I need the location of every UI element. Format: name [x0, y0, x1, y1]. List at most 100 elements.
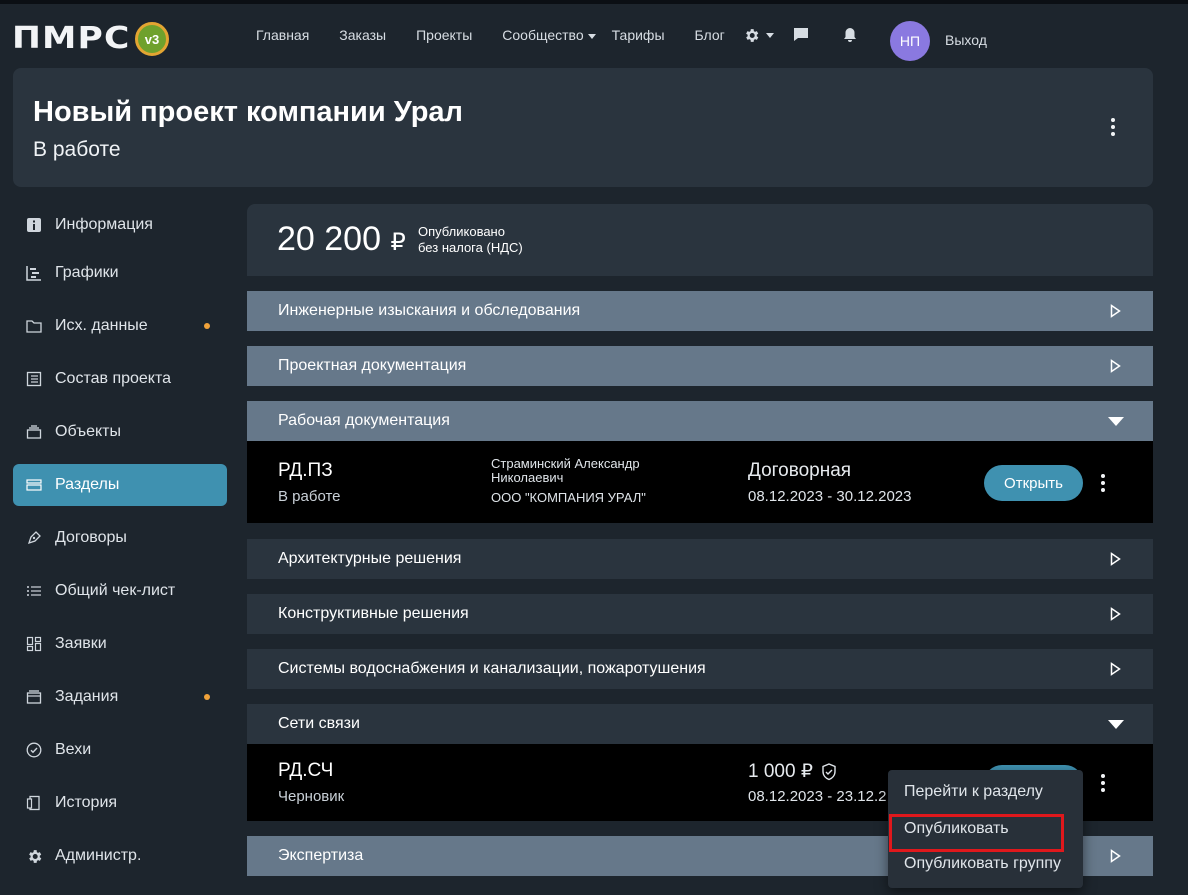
nav-community-dropdown[interactable]: Сообщество: [502, 27, 596, 43]
item-code: РД.ПЗ: [278, 460, 333, 481]
notifications-button[interactable]: [843, 27, 857, 48]
chat-icon: [794, 28, 808, 41]
kebab-dot: [1111, 125, 1115, 129]
sidebar-item-admin[interactable]: Администр.: [13, 835, 227, 877]
price-note-line1: Опубликовано: [418, 224, 505, 239]
section-title: Инженерные изыскания и обследования: [278, 302, 581, 319]
nav-blog[interactable]: Блог: [695, 27, 725, 43]
sidebar-item-label: Разделы: [55, 476, 120, 493]
project-menu-button[interactable]: [1110, 118, 1116, 136]
messages-button[interactable]: [793, 27, 809, 47]
section-title: Архитектурные решения: [278, 550, 462, 567]
sidebar-item-requests[interactable]: Заявки: [13, 623, 227, 665]
sidebar-item-label: Задания: [55, 688, 119, 705]
open-button[interactable]: Открыть: [984, 465, 1083, 501]
section-architecture[interactable]: Архитектурные решения: [247, 539, 1153, 579]
item-menu-button[interactable]: [1100, 474, 1106, 492]
menu-item-publish-group[interactable]: Опубликовать группу: [904, 855, 1061, 873]
nav-orders[interactable]: Заказы: [339, 27, 386, 43]
expand-arrow-icon: [1110, 607, 1121, 621]
menu-item-publish[interactable]: Опубликовать: [904, 820, 1009, 838]
menu-item-go-to-section[interactable]: Перейти к разделу: [904, 783, 1043, 801]
sidebar-item-sections[interactable]: Разделы: [13, 464, 227, 506]
item-code: РД.СЧ: [278, 760, 334, 781]
sidebar-item-history[interactable]: История: [13, 782, 227, 824]
expand-arrow-icon: [1110, 359, 1121, 373]
sidebar-item-source-data[interactable]: Исх. данные: [13, 305, 227, 347]
chevron-down-icon: [766, 33, 774, 38]
expand-arrow-icon: [1110, 304, 1121, 318]
assignee-company: ООО "КОМПАНИЯ УРАЛ": [491, 490, 646, 505]
price-summary: 20 200 ₽ Опубликовано без налога (НДС): [247, 204, 1153, 276]
section-water-supply[interactable]: Системы водоснабжения и канализации, пож…: [247, 649, 1153, 689]
kebab-dot: [1111, 118, 1115, 122]
kebab-dot: [1101, 788, 1105, 792]
section-communications[interactable]: Сети связи: [247, 704, 1153, 744]
price-note-line2: без налога (НДС): [418, 240, 523, 255]
gear-icon: [746, 29, 759, 42]
logout-link[interactable]: Выход: [945, 32, 987, 48]
assignee-name-line2: Николаевич: [491, 470, 564, 485]
sidebar-item-checklist[interactable]: Общий чек-лист: [13, 570, 227, 612]
assignee-name-line1: Страминский Александр: [491, 456, 640, 471]
sections-icon: [25, 476, 43, 494]
item-status: Черновик: [278, 788, 345, 805]
sidebar-item-project-composition[interactable]: Состав проекта: [13, 358, 227, 400]
project-status: В работе: [33, 138, 121, 161]
folder-icon: [25, 317, 43, 335]
notification-dot: [204, 694, 210, 700]
sidebar-item-charts[interactable]: Графики: [13, 252, 227, 294]
document-list-icon: [25, 370, 43, 388]
bell-icon: [844, 28, 856, 42]
sidebar-item-contracts[interactable]: Договоры: [13, 517, 227, 559]
sidebar-item-label: Общий чек-лист: [55, 582, 176, 599]
nav-tariffs[interactable]: Тарифы: [612, 27, 665, 43]
gear-icon: [25, 847, 43, 865]
expand-arrow-icon: [1110, 662, 1121, 676]
kebab-dot: [1101, 774, 1105, 778]
shield-check-icon: [822, 762, 836, 780]
expand-arrow-icon: [1110, 552, 1121, 566]
section-title: Проектная документация: [278, 357, 467, 374]
avatar[interactable]: НП: [890, 21, 930, 61]
collapse-arrow-icon: [1108, 417, 1124, 426]
dashboard-icon: [25, 635, 43, 653]
nav-projects[interactable]: Проекты: [416, 27, 472, 43]
section-engineering-surveys[interactable]: Инженерные изыскания и обследования: [247, 291, 1153, 331]
sidebar-item-label: Объекты: [55, 423, 121, 440]
section-working-docs[interactable]: Рабочая документация: [247, 401, 1153, 441]
sidebar-item-info[interactable]: Информация: [13, 204, 227, 246]
sidebar-item-tasks[interactable]: Задания: [13, 676, 227, 718]
sidebar-item-label: Информация: [55, 216, 153, 233]
item-price: 1 000 ₽: [748, 760, 837, 783]
item-menu-button[interactable]: [1100, 774, 1106, 792]
list-icon: [25, 582, 43, 600]
settings-dropdown[interactable]: [743, 27, 774, 44]
project-header-card: Новый проект компании Урал В работе: [13, 68, 1153, 187]
sidebar-item-label: Состав проекта: [55, 370, 172, 387]
price-note: Опубликовано без налога (НДС): [418, 224, 523, 256]
sidebar-item-label: Договоры: [55, 529, 127, 546]
notification-dot: [204, 323, 210, 329]
sidebar-item-label: Исх. данные: [55, 317, 148, 334]
sidebar-item-label: Графики: [55, 264, 119, 281]
section-structural[interactable]: Конструктивные решения: [247, 594, 1153, 634]
section-project-docs[interactable]: Проектная документация: [247, 346, 1153, 386]
main-nav: Главная Заказы Проекты Сообщество Тарифы…: [256, 27, 755, 43]
price-total: 20 200 ₽: [277, 220, 406, 259]
history-icon: [25, 794, 43, 812]
nav-home[interactable]: Главная: [256, 27, 309, 43]
sidebar-item-milestones[interactable]: Вехи: [13, 729, 227, 771]
logo[interactable]: ПМРС v3: [12, 22, 169, 56]
currency-symbol: ₽: [390, 229, 406, 256]
sidebar-item-label: Вехи: [55, 741, 92, 758]
sidebar-item-objects[interactable]: Объекты: [13, 411, 227, 453]
layers-icon: [25, 423, 43, 441]
pen-icon: [25, 529, 43, 547]
kebab-dot: [1101, 781, 1105, 785]
item-status: В работе: [278, 488, 341, 505]
item-assignee: Страминский Александр Николаевич ООО "КО…: [491, 457, 646, 505]
collapse-arrow-icon: [1108, 720, 1124, 729]
price-amount: 20 200: [277, 220, 381, 258]
section-title: Рабочая документация: [278, 412, 450, 429]
